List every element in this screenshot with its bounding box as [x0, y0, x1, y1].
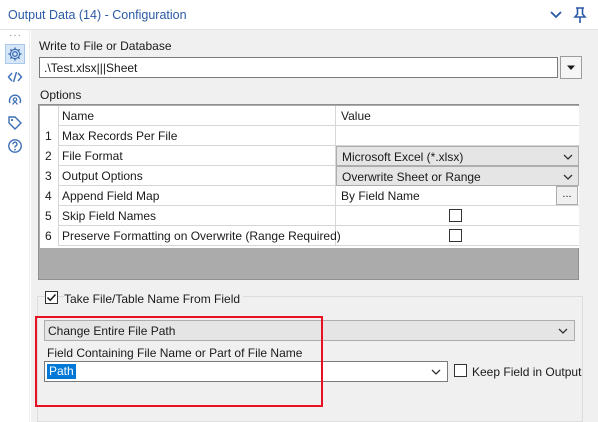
write-to-label: Write to File or Database: [39, 39, 172, 53]
file-path-input[interactable]: .\Test.xlsx|||Sheet: [39, 57, 558, 78]
row-number: 6: [40, 226, 59, 246]
options-label: Options: [40, 88, 82, 102]
column-header-name: Name: [59, 106, 336, 126]
drag-handle-icon[interactable]: ···: [9, 30, 22, 41]
chevron-down-icon: [431, 369, 441, 375]
keep-field-checkbox[interactable]: [454, 364, 467, 377]
preserve-formatting-cell: [336, 226, 579, 246]
gear-icon[interactable]: [5, 44, 25, 64]
option-name: Append Field Map: [59, 186, 336, 206]
output-options-select[interactable]: Overwrite Sheet or Range: [336, 166, 579, 186]
file-path-dropdown-button[interactable]: [560, 56, 582, 79]
tag-icon[interactable]: [5, 113, 25, 133]
header-corner: [40, 106, 59, 126]
keep-field-label: Keep Field in Output: [472, 365, 582, 379]
chevron-down-icon: [563, 154, 573, 160]
help-icon[interactable]: [5, 136, 25, 156]
title-bar: Output Data (14) - Configuration: [0, 0, 598, 30]
table-row: 5 Skip Field Names: [40, 206, 579, 226]
row-number: 1: [40, 126, 59, 146]
options-header-row: Name Value: [40, 106, 579, 126]
option-name: File Format: [59, 146, 336, 166]
table-row: 3 Output Options Overwrite Sheet or Rang…: [40, 166, 579, 186]
preserve-formatting-checkbox[interactable]: [449, 229, 462, 242]
row-number: 3: [40, 166, 59, 186]
caret-down-icon: [567, 65, 575, 70]
append-field-map-value: By Field Name ...: [336, 186, 579, 206]
column-header-value: Value: [341, 109, 371, 123]
code-icon[interactable]: [5, 67, 25, 87]
window-title: Output Data (14) - Configuration: [8, 8, 187, 22]
table-row: 1 Max Records Per File: [40, 126, 579, 146]
option-name: Max Records Per File: [59, 126, 336, 146]
max-records-input[interactable]: [336, 126, 579, 146]
file-format-select[interactable]: Microsoft Excel (*.xlsx): [336, 146, 579, 166]
row-number: 2: [40, 146, 59, 166]
tool-rail: ···: [0, 30, 30, 422]
pin-icon[interactable]: [572, 6, 588, 24]
annotation-icon[interactable]: [5, 90, 25, 110]
chevron-down-icon: [558, 328, 568, 334]
options-grid: Name Value 1 Max Records Per File 2 File…: [38, 104, 579, 280]
option-name: Skip Field Names: [59, 206, 336, 226]
take-file-name-checkbox[interactable]: [45, 291, 58, 304]
skip-field-names-checkbox[interactable]: [449, 209, 462, 222]
checkmark-icon: [46, 293, 57, 302]
append-field-map-button[interactable]: ...: [556, 186, 578, 205]
option-name: Output Options: [59, 166, 336, 186]
chevron-down-icon: [563, 174, 573, 180]
take-file-name-label: Take File/Table Name From Field: [64, 292, 244, 306]
table-row: 4 Append Field Map By Field Name ...: [40, 186, 579, 206]
row-number: 5: [40, 206, 59, 226]
option-name: Preserve Formatting on Overwrite (Range …: [59, 226, 341, 246]
row-number: 4: [40, 186, 59, 206]
chevron-down-icon[interactable]: [548, 7, 564, 23]
table-row: 2 File Format Microsoft Excel (*.xlsx): [40, 146, 579, 166]
highlight-box: [35, 316, 323, 407]
skip-field-names-cell: [336, 206, 579, 226]
table-row: 6 Preserve Formatting on Overwrite (Rang…: [40, 226, 579, 246]
